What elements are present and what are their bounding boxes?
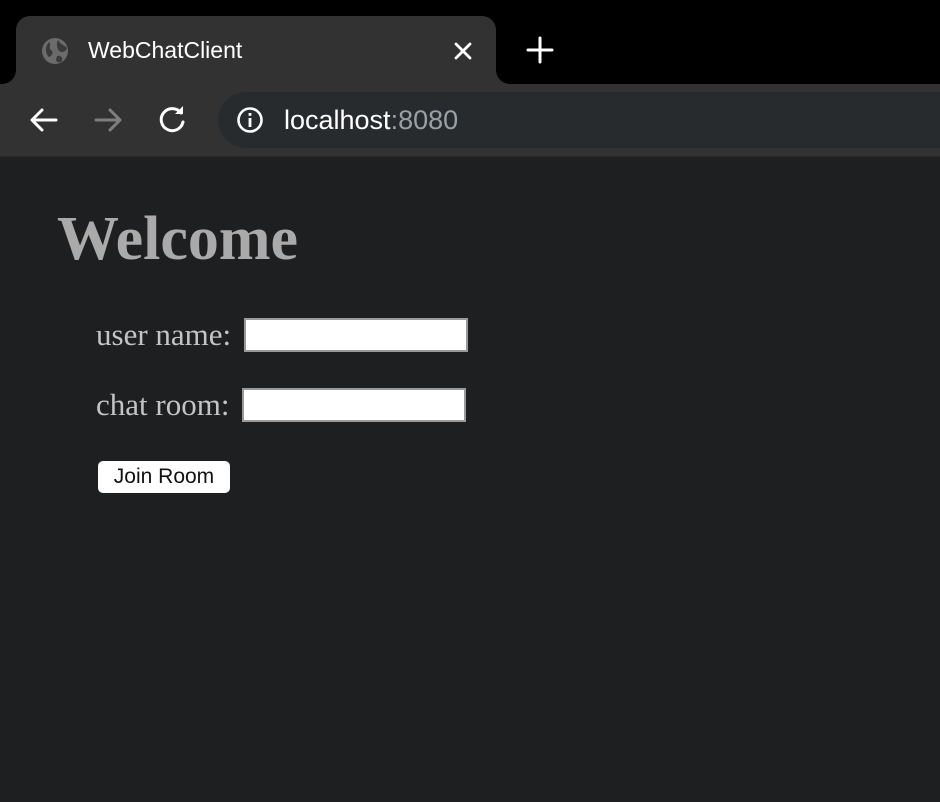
- browser-toolbar: localhost:8080: [0, 84, 940, 157]
- chatroom-label: chat room:: [96, 387, 230, 422]
- info-icon[interactable]: [236, 106, 264, 134]
- globe-icon: [42, 38, 68, 64]
- username-input[interactable]: [244, 318, 468, 352]
- tab-strip: WebChatClient: [0, 0, 940, 84]
- url-text: localhost:8080: [284, 105, 458, 135]
- close-icon[interactable]: [450, 38, 476, 64]
- url-port: :8080: [390, 105, 459, 135]
- join-room-button[interactable]: Join Room: [98, 461, 230, 493]
- chatroom-input[interactable]: [242, 388, 466, 422]
- back-arrow-icon[interactable]: [26, 102, 62, 138]
- page-title: Welcome: [57, 205, 299, 273]
- forward-arrow-icon[interactable]: [90, 102, 126, 138]
- tab-title: WebChatClient: [88, 37, 243, 63]
- username-label: user name:: [96, 317, 232, 352]
- reload-icon[interactable]: [154, 102, 190, 138]
- new-tab-plus-icon[interactable]: [524, 34, 556, 66]
- page-content: Welcome user name: chat room: Join Room: [0, 157, 940, 802]
- address-bar[interactable]: localhost:8080: [218, 92, 940, 148]
- url-host: localhost: [284, 105, 391, 135]
- active-tab[interactable]: WebChatClient: [16, 16, 496, 84]
